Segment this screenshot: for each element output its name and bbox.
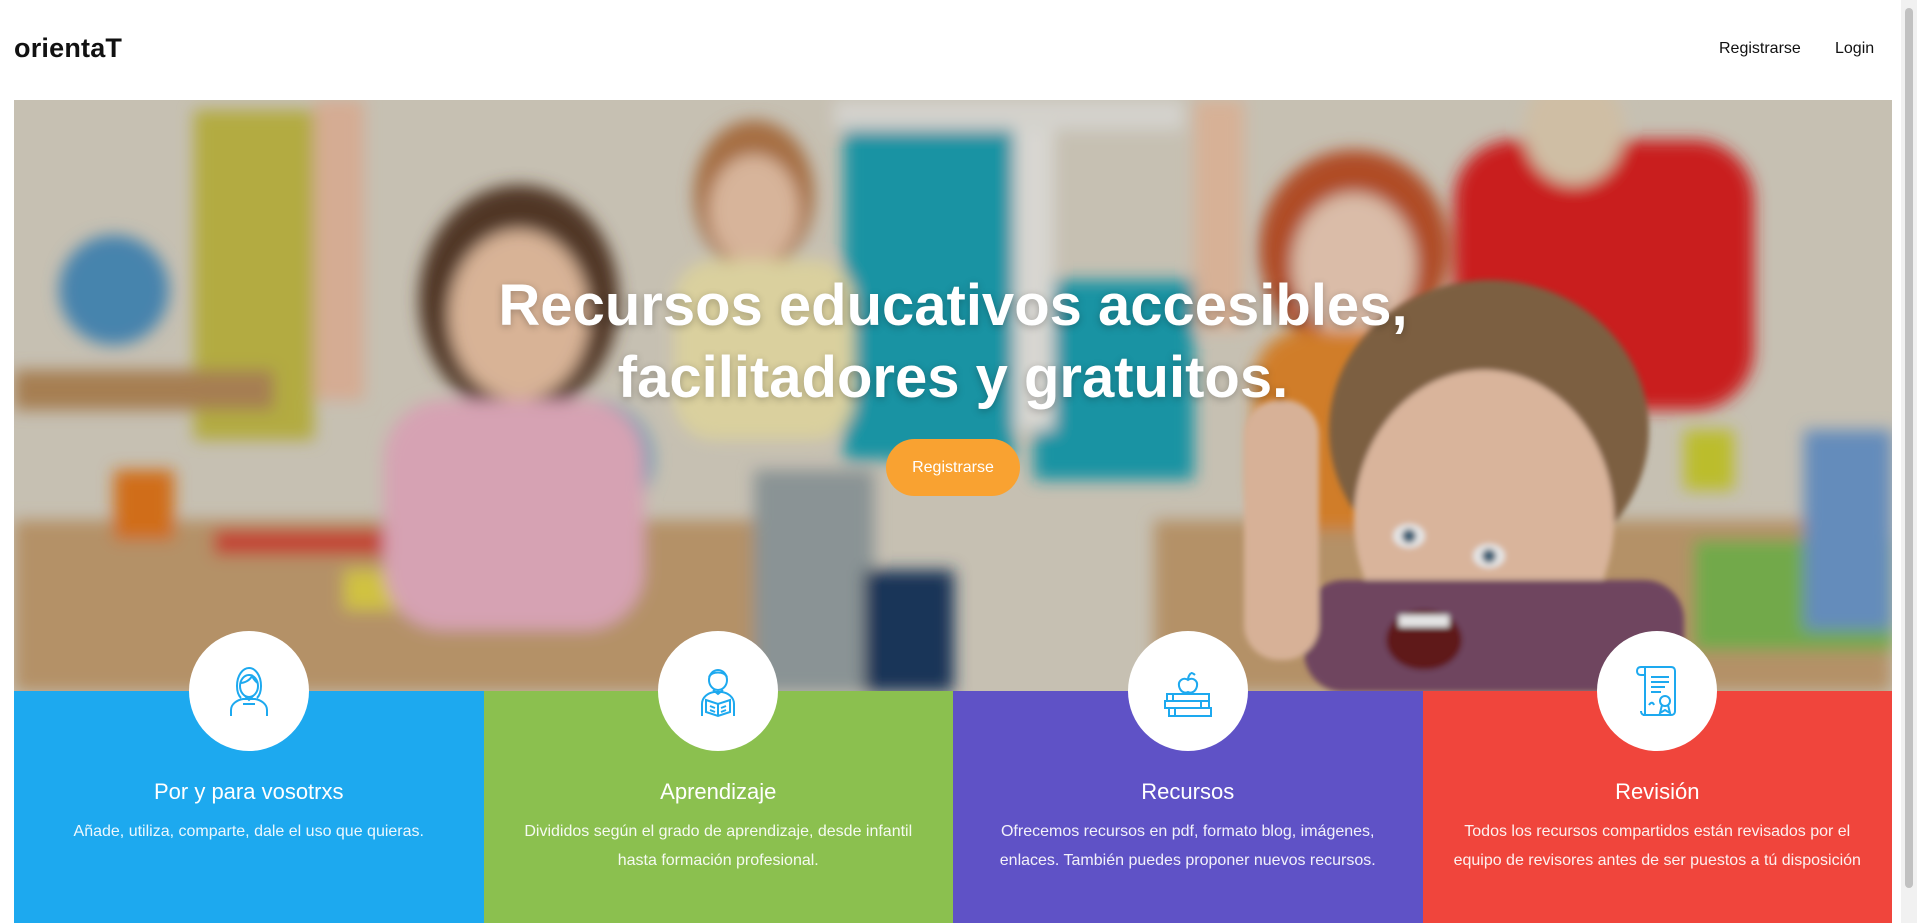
feature-card-review: Revisión Todos los recursos compartidos … <box>1422 631 1892 923</box>
hero-banner: Recursos educativos accesibles, facilita… <box>14 100 1892 692</box>
nav-register-link[interactable]: Registrarse <box>1719 40 1801 58</box>
feature-description: Todos los recursos compartidos están rev… <box>1453 823 1861 869</box>
top-navbar: orientaT Registrarse Login <box>0 0 1901 100</box>
page-scrollbar[interactable] <box>1901 0 1917 923</box>
nav-login-link[interactable]: Login <box>1835 40 1874 58</box>
certificate-icon <box>1636 666 1677 717</box>
feature-title: Aprendizaje <box>660 779 777 804</box>
feature-card-community: Por y para vosotrxs Añade, utiliza, comp… <box>14 631 484 923</box>
student-reading-icon <box>701 669 736 718</box>
feature-card-resources: Recursos Ofrecemos recursos en pdf, form… <box>953 631 1423 923</box>
hero-title-line1: Recursos educativos accesibles, <box>498 273 1408 338</box>
hero-register-button[interactable]: Registrarse <box>886 439 1020 496</box>
feature-card-learning: Aprendizaje Divididos según el grado de … <box>483 631 953 923</box>
brand-logo[interactable]: orientaT <box>14 33 122 64</box>
feature-icon-circle <box>1597 631 1718 751</box>
feature-description: Ofrecemos recursos en pdf, formato blog,… <box>999 823 1376 869</box>
feature-description: Divididos según el grado de aprendizaje,… <box>524 823 913 869</box>
books-apple-icon <box>1163 672 1212 717</box>
feature-title: Por y para vosotrxs <box>153 779 344 804</box>
feature-title: Recursos <box>1141 779 1235 804</box>
feature-icon-circle <box>658 631 779 751</box>
teacher-icon <box>229 666 268 716</box>
hero-title-line2: facilitadores y gratuitos. <box>617 345 1289 410</box>
features-strip: Por y para vosotrxs Añade, utiliza, comp… <box>14 631 1892 923</box>
feature-icon-circle <box>1127 631 1248 751</box>
feature-icon-circle <box>188 631 309 751</box>
scrollbar-thumb[interactable] <box>1905 8 1913 888</box>
feature-description: Añade, utiliza, comparte, dale el uso qu… <box>73 823 424 840</box>
hero-title: Recursos educativos accesibles, facilita… <box>14 270 1892 414</box>
feature-title: Revisión <box>1615 779 1700 804</box>
